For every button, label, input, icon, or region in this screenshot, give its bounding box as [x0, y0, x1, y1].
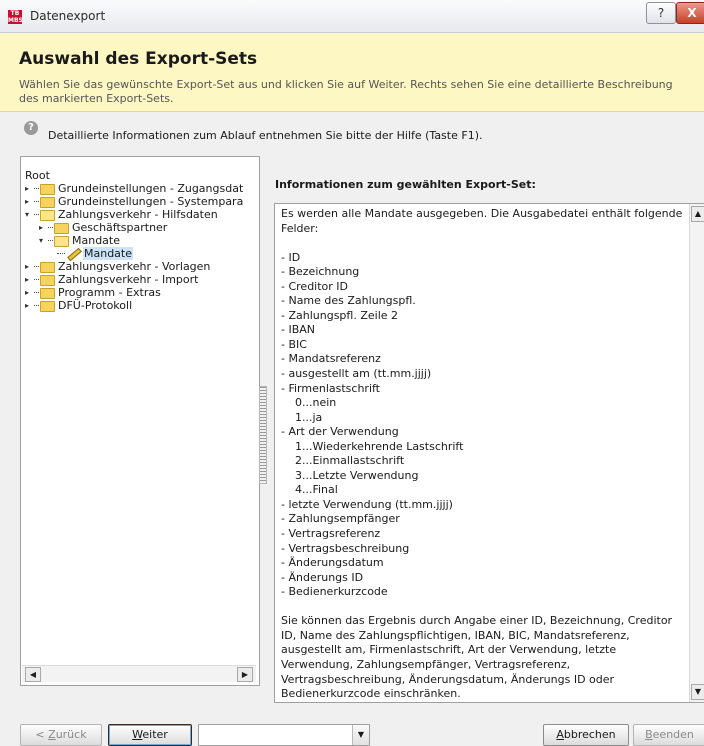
tree-horizontal-scrollbar[interactable]: ◀ ▶ — [22, 665, 256, 682]
details-field-line: - Vertragsbeschreibung — [281, 541, 410, 555]
title-bar: TB MBS Datenexport ? X — [0, 0, 704, 33]
details-field-line: - Mandatsreferenz — [281, 352, 381, 366]
details-field-line: - Vertragsreferenz — [281, 527, 381, 541]
chevron-down-icon[interactable]: ▼ — [352, 725, 369, 745]
details-field-line: - Bezeichnung — [281, 265, 360, 279]
folder-icon — [40, 288, 55, 299]
details-field-line: - Creditor ID — [281, 279, 349, 293]
cancel-button[interactable]: Abbrechen — [543, 724, 629, 746]
expand-icon[interactable]: ▸ — [25, 273, 34, 286]
tree-item-zahlungsverkehr-import[interactable]: ▸ Zahlungsverkehr - Import — [25, 273, 198, 286]
page-description: Wählen Sie das gewünschte Export-Set aus… — [19, 78, 673, 105]
folder-icon — [40, 197, 55, 208]
details-field-line: - BIC — [281, 337, 307, 351]
expand-icon[interactable]: ▸ — [25, 299, 34, 312]
details-heading: Informationen zum gewählten Export-Set: — [275, 178, 536, 191]
page-title: Auswahl des Export-Sets — [19, 49, 258, 69]
folder-icon — [40, 275, 55, 286]
next-button[interactable]: Weiter — [108, 724, 192, 746]
export-option-dropdown[interactable]: ▼ — [198, 724, 370, 746]
folder-icon — [40, 301, 55, 312]
scroll-left-icon[interactable]: ◀ — [25, 667, 41, 682]
details-field-line: - Firmenlastschrift — [281, 381, 380, 395]
details-field-line: 2...Einmallastschrift — [281, 454, 405, 468]
folder-open-icon — [40, 210, 55, 221]
details-field-line: - Änderungsdatum — [281, 556, 384, 570]
details-content: Es werden alle Mandate ausgegeben. Die A… — [281, 207, 683, 702]
tree-item-mandate-export-set[interactable]: Mandate — [57, 247, 134, 260]
details-field-line: 3...Letzte Verwendung — [281, 468, 419, 482]
details-field-line: - Bedienerkurzcode — [281, 585, 388, 599]
page-header: Auswahl des Export-Sets Wählen Sie das g… — [0, 33, 704, 112]
export-set-tree[interactable]: Root ▸ Grundeinstellungen - Zugangsdat ▸ G… — [20, 156, 260, 686]
tree-item-programm-extras[interactable]: ▸ Programm - Extras — [25, 286, 161, 299]
scroll-down-icon[interactable]: ▼ — [691, 684, 704, 700]
collapse-icon[interactable]: ▾ — [25, 208, 34, 221]
details-field-line: - ID — [281, 250, 301, 264]
details-field-line: - ausgestellt am (tt.mm.jjjj) — [281, 367, 432, 381]
tree-item-zahlungsverkehr-vorlagen[interactable]: ▸ Zahlungsverkehr - Vorlagen — [25, 260, 210, 273]
panel-splitter[interactable] — [259, 386, 267, 484]
scroll-right-icon[interactable]: ▶ — [237, 667, 253, 682]
scroll-up-icon[interactable]: ▲ — [691, 206, 704, 222]
close-button[interactable]: X — [676, 2, 704, 24]
tree-item-grundeinstellungen-zugangsdaten[interactable]: ▸ Grundeinstellungen - Zugangsdat — [25, 182, 243, 195]
tree-item-zahlungsverkehr-hilfsdaten[interactable]: ▾ Zahlungsverkehr - Hilfsdaten — [25, 208, 218, 221]
details-intro: Es werden alle Mandate ausgegeben. Die A… — [281, 207, 683, 235]
help-info-icon: ? — [24, 121, 38, 135]
details-field-line: 1...ja — [281, 410, 323, 424]
finish-button[interactable]: Beenden — [633, 724, 704, 746]
help-button[interactable]: ? — [646, 2, 676, 24]
folder-icon — [40, 262, 55, 273]
expand-icon[interactable]: ▸ — [25, 286, 34, 299]
details-outro: Sie können das Ergebnis durch Angabe ein… — [281, 614, 673, 701]
details-field-line: 4...Final — [281, 483, 338, 497]
tree-root[interactable]: Root — [25, 169, 50, 182]
details-field-line: 0...nein — [281, 396, 337, 410]
tree-item-geschaeftspartner[interactable]: ▸ Geschäftspartner — [39, 221, 167, 234]
details-field-line: - Art der Verwendung — [281, 425, 399, 439]
details-field-line: - IBAN — [281, 323, 316, 337]
details-field-line: - Zahlungsempfänger — [281, 512, 400, 526]
app-logo-icon: TB MBS — [8, 10, 23, 24]
expand-icon[interactable]: ▸ — [25, 182, 34, 195]
details-field-line: - letzte Verwendung (tt.mm.jjjj) — [281, 497, 453, 511]
window-title: Datenexport — [30, 9, 106, 23]
tree-item-dfue-protokoll[interactable]: ▸ DFÜ-Protokoll — [25, 299, 132, 312]
details-field-line: 1...Wiederkehrende Lastschrift — [281, 439, 464, 453]
edit-pencil-icon — [66, 247, 80, 258]
help-info-text: Detaillierte Informationen zum Ablauf en… — [48, 129, 483, 142]
details-field-line: - Änderungs ID — [281, 570, 364, 584]
expand-icon[interactable]: ▸ — [39, 221, 48, 234]
details-field-line: - Zahlungspfl. Zeile 2 — [281, 308, 399, 322]
expand-icon[interactable]: ▸ — [25, 260, 34, 273]
details-textbox[interactable]: Es werden alle Mandate ausgegeben. Die A… — [274, 203, 704, 703]
details-field-line: - Name des Zahlungspfl. — [281, 294, 416, 308]
folder-icon — [40, 184, 55, 195]
details-field-list: - ID - Bezeichnung - Creditor ID - Name des… — [281, 251, 683, 600]
collapse-icon[interactable]: ▾ — [39, 234, 48, 247]
tree-item-mandate-folder[interactable]: ▾ Mandate — [39, 234, 120, 247]
details-vertical-scrollbar[interactable]: ▲ ▼ — [689, 204, 704, 702]
back-button[interactable]: < Zurück — [20, 724, 102, 746]
folder-icon — [54, 223, 69, 234]
expand-icon[interactable]: ▸ — [25, 195, 34, 208]
tree-item-grundeinstellungen-systemparameter[interactable]: ▸ Grundeinstellungen - Systempara — [25, 195, 243, 208]
folder-open-icon — [54, 236, 69, 247]
